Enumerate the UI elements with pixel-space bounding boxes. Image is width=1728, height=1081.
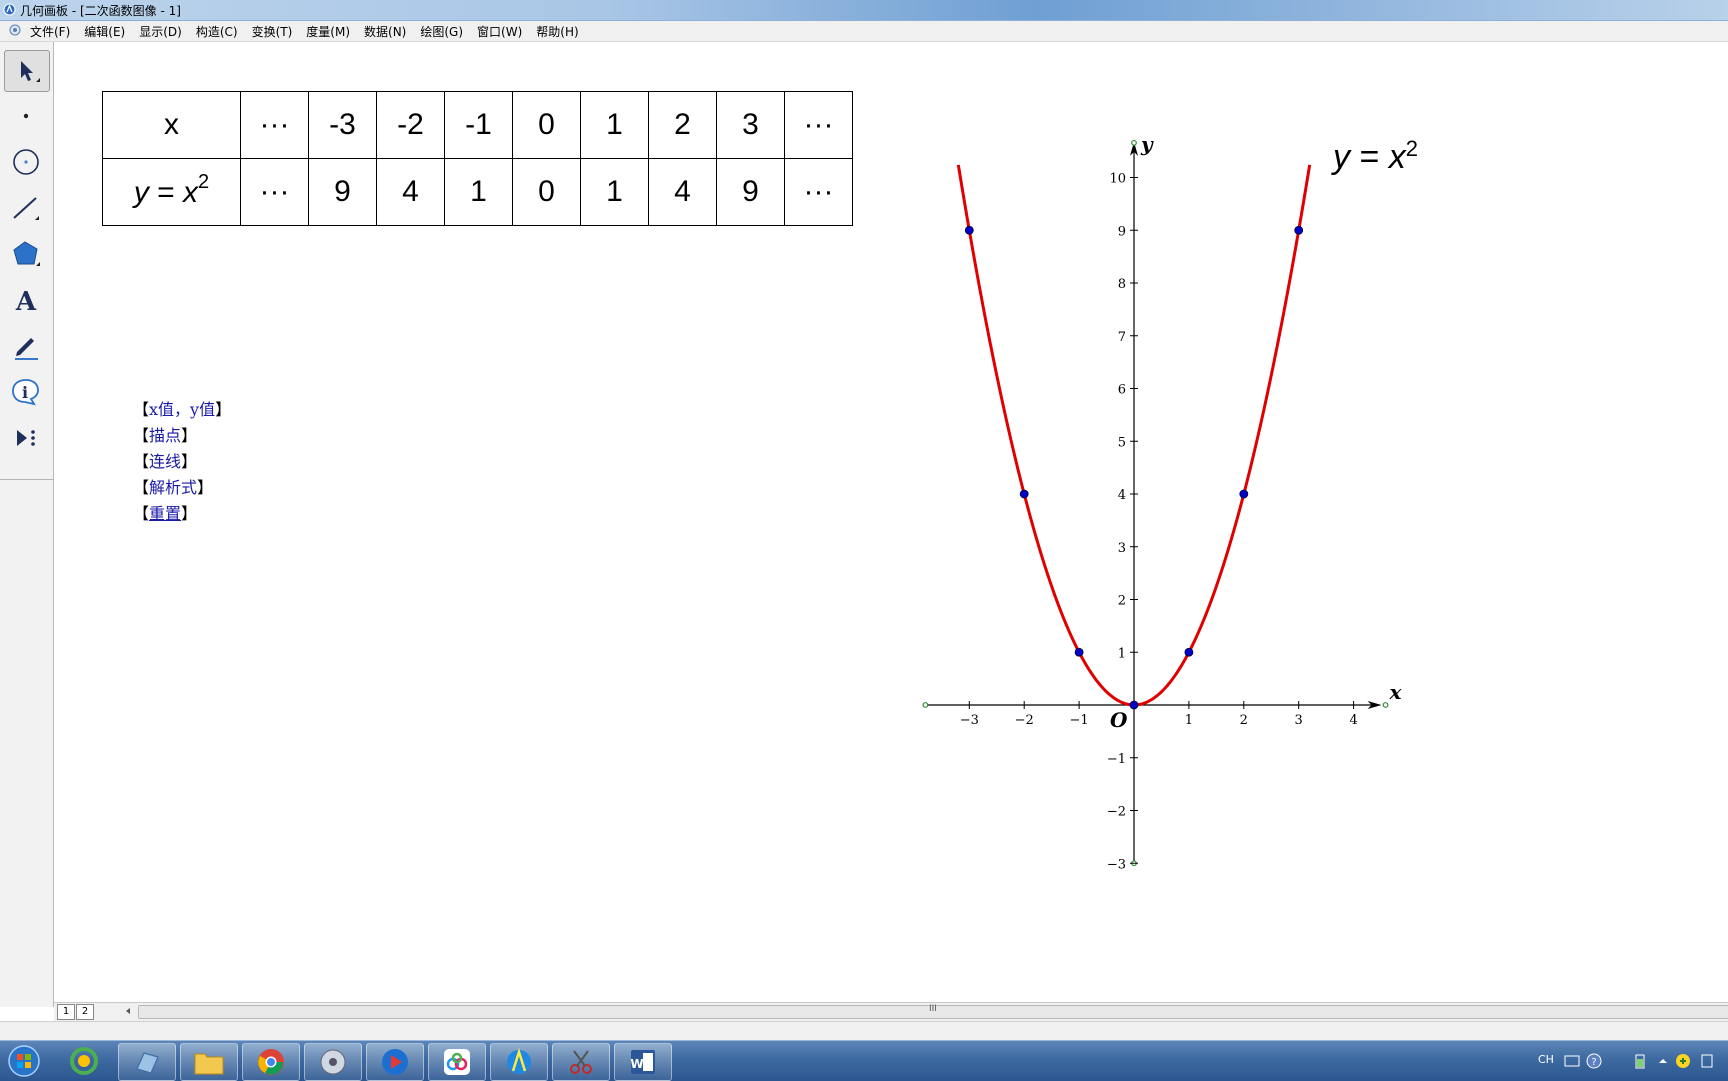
axis-handle (1131, 139, 1137, 146)
exponent: 2 (1405, 136, 1419, 161)
data-point (1074, 647, 1084, 657)
function-label: y = x2 (1333, 136, 1419, 177)
taskbar: W CH ? (0, 1040, 1728, 1081)
battery-icon[interactable] (1634, 1053, 1646, 1069)
y-tick-label: 9 (1118, 224, 1126, 239)
folder-icon (194, 1053, 224, 1075)
sketchpad-icon (507, 1047, 531, 1074)
help-icon[interactable]: ? (1586, 1053, 1602, 1069)
scroll-thumb[interactable]: III (138, 1004, 1728, 1019)
equals: = (1359, 138, 1380, 176)
app-window-icon (136, 1052, 159, 1074)
taskbar-file-explorer[interactable] (180, 1043, 238, 1081)
x-tick-label: 3 (1295, 713, 1303, 728)
x-tick-label: −2 (1015, 713, 1034, 728)
page-tabs-bar: 1 2 III (54, 1002, 1728, 1021)
360-icon (70, 1047, 98, 1075)
function-graph: −3 −2 −1 1 2 3 410987654321−1−2−3xyO (922, 132, 1403, 872)
play-icon (382, 1049, 408, 1075)
taskbar-media-player[interactable] (304, 1043, 362, 1081)
windows-orb-icon (8, 1045, 40, 1077)
taskbar-video-player[interactable] (366, 1043, 424, 1081)
x-tick-label: 2 (1240, 713, 1248, 728)
y-tick-label: 6 (1118, 383, 1126, 398)
data-point (1184, 647, 1194, 657)
page-tab-2[interactable]: 2 (76, 1004, 94, 1020)
scissors-icon (570, 1050, 592, 1074)
x-tick-label: −3 (960, 713, 979, 728)
x-tick-label: 1 (1185, 713, 1193, 728)
x-tick-label: −1 (1070, 713, 1089, 728)
taskbar-word[interactable]: W (614, 1043, 672, 1081)
taskbar-geometer-sketchpad[interactable] (490, 1043, 548, 1081)
data-point (1129, 700, 1139, 710)
y-tick-label: 8 (1118, 277, 1126, 292)
ime-indicator[interactable]: CH (1538, 1053, 1554, 1066)
word-icon: W (630, 1050, 655, 1074)
notification-icon[interactable] (1700, 1053, 1714, 1069)
origin-label: O (1110, 708, 1128, 732)
x-axis-label: x (1389, 680, 1403, 704)
y-tick-label: 3 (1118, 541, 1126, 556)
chrome-icon (258, 1049, 284, 1075)
media-icon (320, 1049, 346, 1075)
y-var: y (1333, 138, 1350, 176)
taskbar-snipping-tool[interactable] (552, 1043, 610, 1081)
taskbar-baidu-netdisk[interactable] (428, 1043, 486, 1081)
x-tick-label: 4 (1349, 713, 1357, 728)
page-tab-1[interactable]: 1 (57, 1004, 75, 1020)
network-icon[interactable] (1674, 1052, 1692, 1070)
y-tick-label: 2 (1118, 594, 1126, 609)
y-tick-label: 5 (1118, 435, 1126, 450)
y-tick-label: 7 (1118, 330, 1126, 345)
data-point (1239, 489, 1249, 499)
y-axis-label: y (1140, 132, 1154, 156)
data-point (1019, 489, 1029, 499)
taskbar-360-app[interactable] (56, 1043, 112, 1079)
taskbar-chrome[interactable] (242, 1043, 300, 1081)
cloud-icon (444, 1049, 470, 1075)
scroll-grip: III (929, 1004, 937, 1014)
y-tick-label: 10 (1109, 172, 1126, 187)
horizontal-scrollbar[interactable]: III (122, 1004, 1728, 1019)
start-button[interactable] (2, 1043, 46, 1079)
svg-text:?: ? (1591, 1057, 1596, 1068)
status-bar (0, 1021, 1728, 1042)
system-tray: CH ? (1528, 1041, 1728, 1081)
data-point (964, 225, 974, 235)
svg-text:W: W (630, 1057, 643, 1071)
axis-handle (922, 702, 929, 708)
y-tick-label: 4 (1118, 488, 1126, 503)
chevron-up-icon[interactable] (1658, 1056, 1668, 1066)
keyboard-icon[interactable] (1564, 1054, 1580, 1068)
y-tick-label: −3 (1107, 857, 1126, 872)
axis-handle (1382, 702, 1389, 708)
y-tick-label: −2 (1107, 805, 1126, 820)
x-var: x (1388, 138, 1406, 176)
y-tick-label: 1 (1118, 646, 1126, 661)
taskbar-tool-app[interactable] (118, 1043, 176, 1081)
y-tick-label: −1 (1107, 752, 1126, 767)
scroll-left-icon[interactable] (122, 1005, 134, 1017)
data-point (1294, 225, 1304, 235)
